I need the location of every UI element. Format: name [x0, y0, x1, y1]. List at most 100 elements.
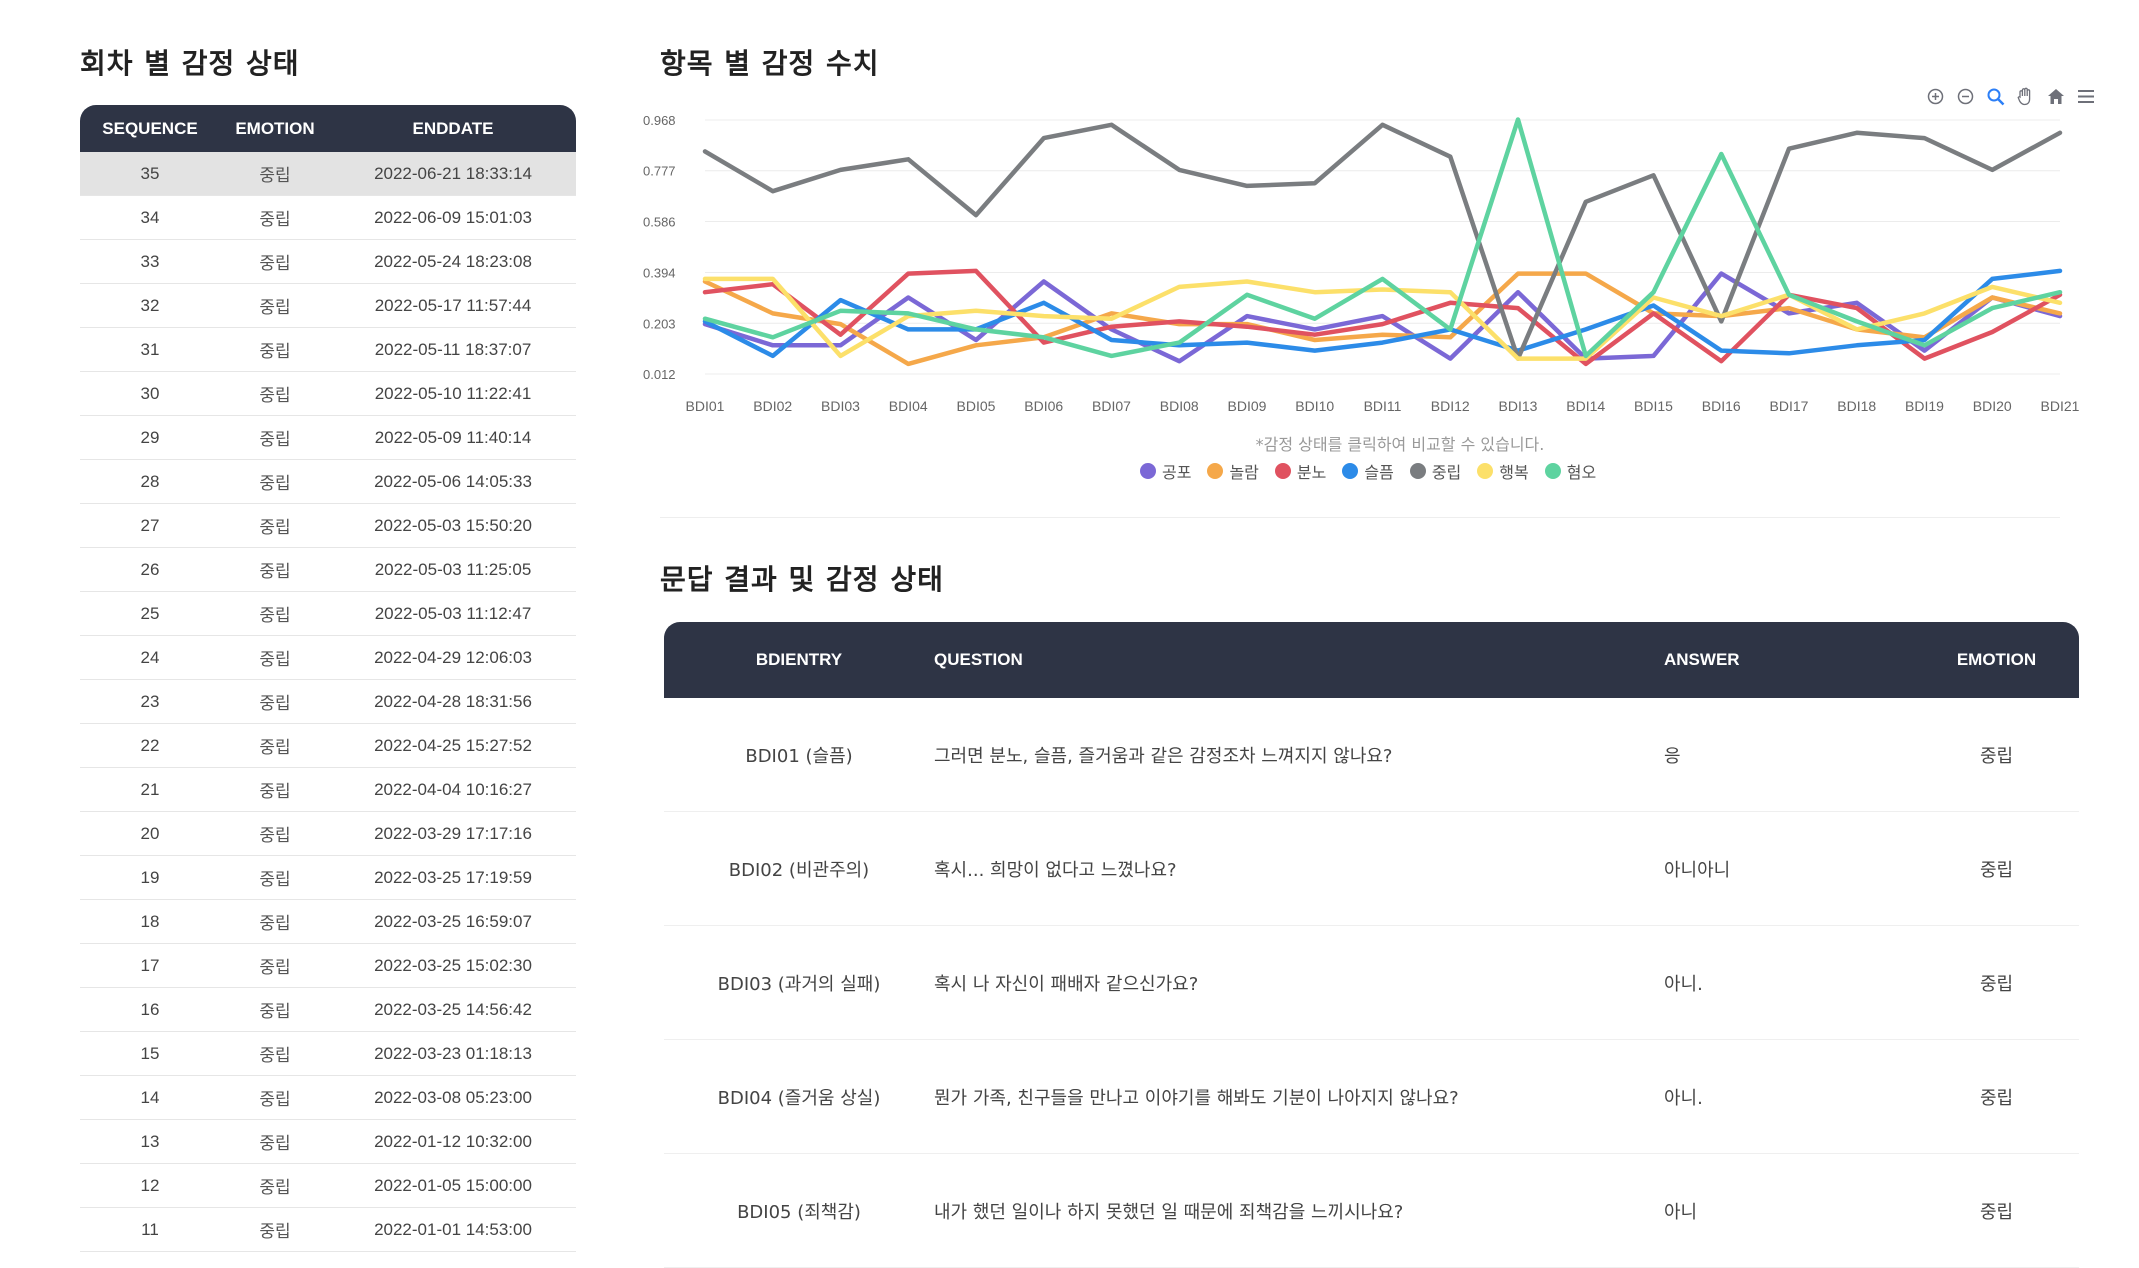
- bdientry-cell: BDI01 (슬픔): [664, 698, 934, 812]
- column-header-sequence[interactable]: SEQUENCE: [80, 105, 220, 152]
- sequence-cell: 29: [80, 415, 220, 460]
- column-header-emotion-answers[interactable]: EMOTION: [1914, 622, 2079, 698]
- sequence-cell: 28: [80, 459, 220, 504]
- emotion-cell: 중립: [220, 591, 330, 636]
- table-row[interactable]: 25 중립 2022-05-03 11:12:47: [80, 591, 576, 636]
- legend-dot-icon: [1274, 463, 1291, 479]
- column-header-enddate[interactable]: ENDDATE: [330, 105, 576, 152]
- table-row[interactable]: 12 중립 2022-01-05 15:00:00: [80, 1163, 576, 1208]
- emotion-cell: 중립: [1914, 1039, 2079, 1154]
- legend-item[interactable]: 분노: [1274, 459, 1326, 483]
- table-row[interactable]: 23 중립 2022-04-28 18:31:56: [80, 679, 576, 724]
- table-row[interactable]: BDI01 (슬픔) 그러면 분노, 슬픔, 즐거움과 같은 감정조차 느껴지지 …: [664, 698, 2079, 812]
- legend-dot-icon: [1477, 463, 1494, 479]
- bdientry-cell: BDI05 (죄책감): [664, 1153, 934, 1268]
- table-row[interactable]: 22 중립 2022-04-25 15:27:52: [80, 723, 576, 768]
- table-row[interactable]: BDI04 (즐거움 상실) 뭔가 가족, 친구들을 만나고 이야기를 해봐도 기…: [664, 1039, 2079, 1154]
- table-row[interactable]: 26 중립 2022-05-03 11:25:05: [80, 547, 576, 592]
- legend-item[interactable]: 혐오: [1544, 459, 1596, 483]
- chart-note: *감정 상태를 클릭하여 비교할 수 있습니다.: [1255, 435, 1545, 454]
- table-row[interactable]: 29 중립 2022-05-09 11:40:14: [80, 415, 576, 460]
- enddate-cell: 2022-05-17 11:57:44: [330, 283, 576, 328]
- enddate-cell: 2022-03-25 14:56:42: [330, 987, 576, 1032]
- table-row[interactable]: 34 중립 2022-06-09 15:01:03: [80, 195, 576, 240]
- enddate-cell: 2022-05-24 18:23:08: [330, 239, 576, 284]
- table-row[interactable]: 13 중립 2022-01-12 10:32:00: [80, 1119, 576, 1164]
- legend-item[interactable]: 공포: [1140, 459, 1191, 483]
- series-line[interactable]: [702, 117, 2063, 359]
- x-tick-label: BDI16: [1702, 398, 1741, 414]
- table-row[interactable]: 35 중립 2022-06-21 18:33:14: [80, 152, 576, 196]
- legend-label: 중립: [1431, 463, 1462, 482]
- chart-series: [702, 117, 2063, 367]
- emotion-cell: 중립: [220, 987, 330, 1032]
- sequence-cell: 20: [80, 811, 220, 856]
- enddate-cell: 2022-05-03 11:25:05: [330, 547, 576, 592]
- answer-cell: 아니: [1664, 1153, 1914, 1268]
- legend-item[interactable]: 중립: [1409, 459, 1462, 483]
- enddate-cell: 2022-05-03 15:50:20: [330, 503, 576, 548]
- session-table: SEQUENCE EMOTION ENDDATE 35 중립 2022-06-21 …: [80, 105, 576, 1252]
- x-tick-label: BDI04: [889, 398, 928, 414]
- table-row[interactable]: 20 중립 2022-03-29 17:17:16: [80, 811, 576, 856]
- emotion-cell: 중립: [220, 547, 330, 592]
- enddate-cell: 2022-06-09 15:01:03: [330, 195, 576, 240]
- enddate-cell: 2022-03-23 01:18:13: [330, 1031, 576, 1076]
- emotion-cell: 중립: [220, 1163, 330, 1208]
- sequence-cell: 16: [80, 987, 220, 1032]
- table-row[interactable]: 24 중립 2022-04-29 12:06:03: [80, 635, 576, 680]
- table-row[interactable]: 31 중립 2022-05-11 18:37:07: [80, 327, 576, 372]
- emotion-cell: 중립: [220, 283, 330, 328]
- y-tick-label: 0.777: [643, 164, 676, 179]
- table-row[interactable]: BDI05 (죄책감) 내가 했던 일이나 하지 못했던 일 때문에 죄책감을 느…: [664, 1153, 2079, 1268]
- enddate-cell: 2022-04-25 15:27:52: [330, 723, 576, 768]
- enddate-cell: 2022-05-03 11:12:47: [330, 591, 576, 636]
- enddate-cell: 2022-04-28 18:31:56: [330, 679, 576, 724]
- y-tick-label: 0.394: [643, 266, 676, 281]
- legend-dot-icon: [1409, 463, 1426, 479]
- legend-item[interactable]: 행복: [1477, 459, 1529, 483]
- column-header-emotion[interactable]: EMOTION: [220, 105, 330, 152]
- table-row[interactable]: BDI02 (비관주의) 혹시... 희망이 없다고 느꼈나요? 아니아니 중립: [664, 811, 2079, 926]
- table-row[interactable]: 32 중립 2022-05-17 11:57:44: [80, 283, 576, 328]
- legend-item[interactable]: 슬픔: [1342, 459, 1394, 483]
- table-row[interactable]: 17 중립 2022-03-25 15:02:30: [80, 943, 576, 988]
- sequence-cell: 26: [80, 547, 220, 592]
- column-header-answer[interactable]: ANSWER: [1664, 622, 1914, 698]
- sequence-cell: 18: [80, 899, 220, 944]
- x-tick-label: BDI01: [686, 398, 725, 414]
- table-row[interactable]: BDI03 (과거의 실패) 혹시 나 자신이 패배자 같으신가요? 아니. 중립: [664, 925, 2079, 1040]
- enddate-cell: 2022-05-10 11:22:41: [330, 371, 576, 416]
- legend-dot-icon: [1207, 463, 1224, 479]
- table-row[interactable]: 27 중립 2022-05-03 15:50:20: [80, 503, 576, 548]
- x-tick-label: BDI14: [1566, 398, 1605, 414]
- emotion-line-chart: 0.9680.7770.5860.3940.2030.012 BDI01 BDI0…: [643, 113, 2080, 414]
- legend-item[interactable]: 놀람: [1207, 459, 1259, 483]
- x-tick-label: BDI03: [821, 398, 860, 414]
- table-row[interactable]: 18 중립 2022-03-25 16:59:07: [80, 899, 576, 944]
- table-row[interactable]: 16 중립 2022-03-25 14:56:42: [80, 987, 576, 1032]
- table-row[interactable]: 15 중립 2022-03-23 01:18:13: [80, 1031, 576, 1076]
- emotion-cell: 중립: [220, 415, 330, 460]
- answer-cell: 아니.: [1664, 925, 1914, 1040]
- emotion-cell: 중립: [220, 1031, 330, 1076]
- emotion-cell: 중립: [220, 239, 330, 284]
- table-row[interactable]: 21 중립 2022-04-04 10:16:27: [80, 767, 576, 812]
- column-header-bdientry[interactable]: BDIENTRY: [664, 622, 934, 698]
- emotion-cell: 중립: [220, 371, 330, 416]
- column-header-question[interactable]: QUESTION: [934, 622, 1664, 698]
- table-row[interactable]: 30 중립 2022-05-10 11:22:41: [80, 371, 576, 416]
- table-row[interactable]: 28 중립 2022-05-06 14:05:33: [80, 459, 576, 504]
- table-row[interactable]: 19 중립 2022-03-25 17:19:59: [80, 855, 576, 900]
- table-row[interactable]: 33 중립 2022-05-24 18:23:08: [80, 239, 576, 284]
- answers-table: BDIENTRY QUESTION ANSWER EMOTION BDI01 (…: [664, 622, 2079, 1268]
- bdientry-cell: BDI04 (즐거움 상실): [664, 1039, 934, 1154]
- x-tick-label: BDI07: [1092, 398, 1131, 414]
- enddate-cell: 2022-01-05 15:00:00: [330, 1163, 576, 1208]
- emotion-cell: 중립: [1914, 811, 2079, 926]
- x-tick-label: BDI05: [957, 398, 996, 414]
- table-row[interactable]: 14 중립 2022-03-08 05:23:00: [80, 1075, 576, 1120]
- question-cell: 그러면 분노, 슬픔, 즐거움과 같은 감정조차 느껴지지 않나요?: [934, 698, 1664, 812]
- y-tick-label: 0.203: [643, 316, 676, 331]
- sequence-cell: 35: [80, 152, 220, 196]
